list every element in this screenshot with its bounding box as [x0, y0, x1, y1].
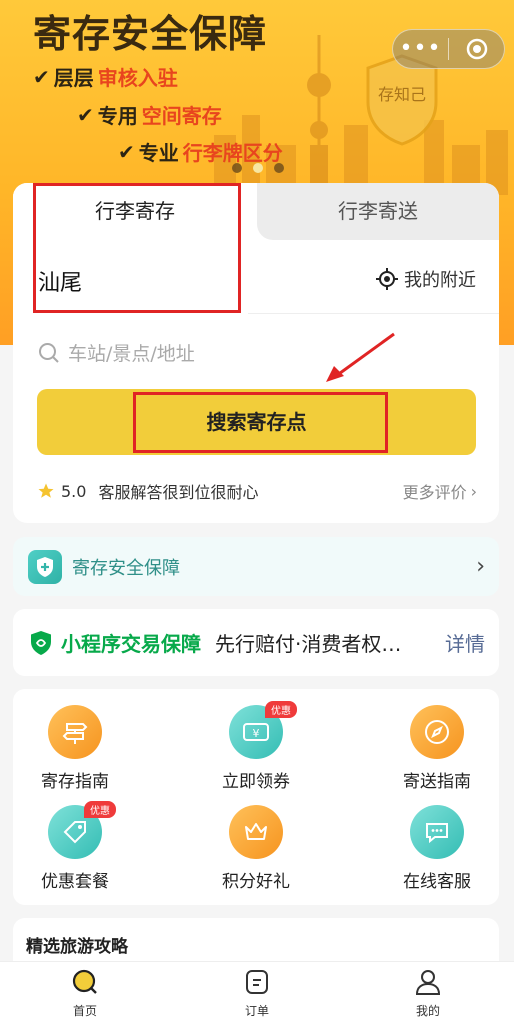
annotation-box-tab — [33, 183, 241, 313]
bottom-nav: 首页 订单 我的 — [0, 961, 514, 1024]
tab-luggage-delivery[interactable]: 行李寄送 — [257, 183, 499, 240]
nav-label: 我的 — [415, 1004, 440, 1018]
guarantee-details-link[interactable]: 详情 — [445, 628, 485, 657]
discount-badge: 优惠 — [84, 801, 116, 818]
guarantee-desc: 先行赔付·消费者权… — [215, 632, 402, 656]
carousel-indicator — [232, 163, 284, 173]
service-online-support[interactable]: 在线客服 — [377, 805, 497, 892]
service-label: 立即领券 — [222, 772, 290, 792]
service-discount-package[interactable]: 优惠 优惠套餐 — [15, 801, 135, 892]
signpost-icon — [48, 705, 102, 759]
nearby-button[interactable]: 我的附近 — [376, 266, 476, 292]
annotation-arrow-icon — [326, 332, 395, 382]
chevron-right-icon: › — [470, 481, 477, 501]
search-icon — [39, 342, 59, 363]
search-input[interactable]: 车站/景点/地址 — [38, 339, 195, 366]
transaction-guarantee-bar[interactable]: 小程序交易保障 先行赔付·消费者权… 详情 — [13, 609, 499, 676]
service-label: 在线客服 — [403, 872, 471, 892]
carousel-dot-active[interactable] — [253, 163, 263, 173]
divider — [248, 313, 499, 314]
nav-label: 订单 — [244, 1004, 269, 1018]
service-label: 积分好礼 — [222, 872, 290, 892]
home-search-icon — [72, 969, 97, 994]
rating-score: 5.0 — [61, 481, 87, 501]
close-miniprogram-icon[interactable] — [449, 37, 504, 61]
security-label: 寄存安全保障 — [72, 557, 180, 579]
more-options-icon[interactable]: ••• — [393, 29, 448, 69]
service-label: 寄送指南 — [403, 772, 471, 792]
locate-icon — [376, 268, 398, 290]
rating-comment: 客服解答很到位很耐心 — [98, 483, 259, 502]
nearby-label: 我的附近 — [404, 270, 476, 291]
nav-label: 首页 — [72, 1004, 97, 1018]
svg-text:¥: ¥ — [253, 727, 260, 740]
svg-text:存知己: 存知己 — [378, 85, 426, 104]
service-points-gifts[interactable]: 积分好礼 — [196, 805, 316, 892]
check-icon: ✔ — [77, 102, 94, 127]
guarantee-title: 小程序交易保障 — [61, 632, 201, 656]
annotation-box-button — [133, 392, 388, 453]
banner-feature-2: ✔ 专用 空间寄存 — [77, 102, 222, 129]
nav-orders[interactable]: 订单 — [217, 968, 297, 1019]
section-title: 精选旅游攻略 — [26, 937, 128, 957]
carousel-dot[interactable] — [232, 163, 242, 173]
nav-home[interactable]: 首页 — [45, 968, 125, 1019]
service-get-coupon[interactable]: ¥ 优惠 立即领券 — [196, 701, 316, 792]
chevron-right-icon: › — [476, 554, 485, 579]
compass-icon — [410, 705, 464, 759]
service-storage-guide[interactable]: 寄存指南 — [15, 705, 135, 792]
user-icon — [415, 970, 441, 995]
rating-row: 5.0 客服解答很到位很耐心 更多评价 › — [37, 477, 477, 505]
nav-mine[interactable]: 我的 — [388, 968, 468, 1019]
order-list-icon — [246, 970, 268, 994]
star-icon — [38, 483, 54, 498]
green-shield-icon — [31, 630, 51, 655]
storage-security-banner[interactable]: 寄存安全保障 › — [13, 537, 499, 596]
banner-feature-3: ✔ 专业 行李牌区分 — [118, 139, 283, 166]
banner-title: 寄存安全保障 — [33, 12, 268, 56]
service-label: 寄存指南 — [41, 772, 109, 792]
search-placeholder: 车站/景点/地址 — [68, 343, 195, 365]
more-reviews-link[interactable]: 更多评价 › — [403, 479, 477, 503]
check-icon: ✔ — [33, 64, 50, 89]
banner-feature-1: ✔ 层层 审核入驻 — [33, 64, 178, 91]
discount-badge: 优惠 — [265, 701, 297, 718]
miniprogram-capsule: ••• — [392, 29, 505, 69]
services-grid: 寄存指南 ¥ 优惠 立即领券 寄送指南 优惠 优惠套餐 积分好礼 在线客服 — [13, 689, 499, 905]
shield-plus-icon — [28, 549, 62, 584]
service-delivery-guide[interactable]: 寄送指南 — [377, 705, 497, 792]
crown-icon — [229, 805, 283, 859]
chat-icon — [410, 805, 464, 859]
carousel-dot[interactable] — [274, 163, 284, 173]
service-label: 优惠套餐 — [41, 872, 109, 892]
check-icon: ✔ — [118, 139, 135, 164]
